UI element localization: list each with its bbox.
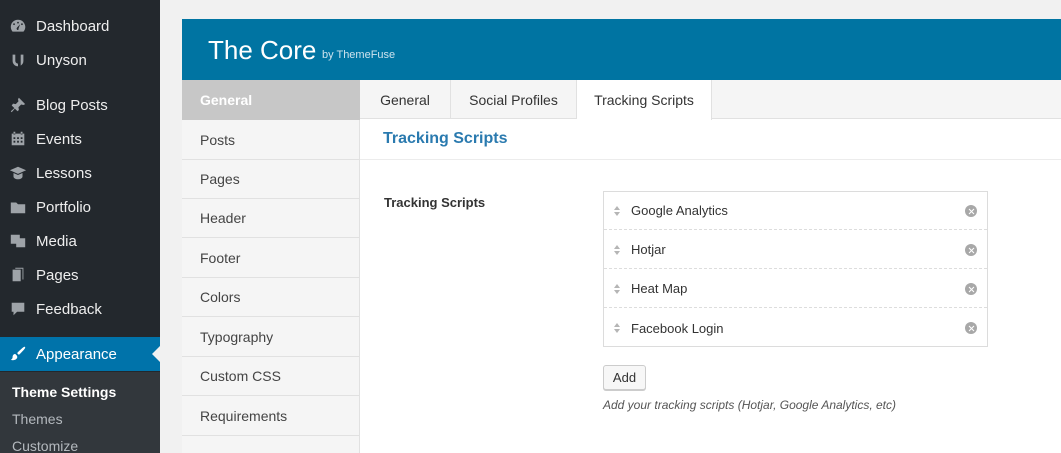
vtab-pages[interactable]: Pages	[182, 159, 360, 199]
panel-title: The Core	[208, 35, 317, 65]
admin-sidebar: Dashboard Unyson Blog Posts Events Lesso…	[0, 0, 160, 453]
menu-item-blog-posts[interactable]: Blog Posts	[0, 88, 160, 122]
remove-icon[interactable]	[965, 205, 977, 217]
menu-item-pages[interactable]: Pages	[0, 258, 160, 292]
drag-handle-icon[interactable]	[613, 205, 621, 217]
tracking-scripts-list: Google Analytics Hotjar Heat Map Faceboo…	[603, 191, 988, 347]
vtab-custom-css[interactable]: Custom CSS	[182, 356, 360, 396]
vtab-general[interactable]: General	[182, 80, 360, 120]
panel-header: The Core by ThemeFuse	[182, 19, 1061, 80]
add-script-button[interactable]: Add	[603, 365, 646, 390]
appearance-submenu: Theme Settings Themes Customize	[0, 372, 160, 453]
remove-icon[interactable]	[965, 244, 977, 256]
drag-handle-icon[interactable]	[613, 322, 621, 334]
menu-item-portfolio[interactable]: Portfolio	[0, 190, 160, 224]
paintbrush-icon	[0, 345, 36, 363]
unyson-icon	[0, 51, 36, 69]
menu-item-dashboard[interactable]: Dashboard	[0, 9, 160, 43]
folder-icon	[0, 198, 36, 216]
section-divider	[360, 159, 1061, 160]
vtab-posts[interactable]: Posts	[182, 120, 360, 160]
drag-handle-icon[interactable]	[613, 283, 621, 295]
remove-icon[interactable]	[965, 283, 977, 295]
settings-vertical-tabs: General Posts Pages Header Footer Colors…	[182, 80, 360, 453]
comment-icon	[0, 300, 36, 318]
section-title: Tracking Scripts	[383, 130, 508, 147]
dashboard-icon	[0, 17, 36, 35]
media-icon	[0, 232, 36, 250]
tab-tracking-scripts[interactable]: Tracking Scripts	[577, 80, 712, 120]
list-item[interactable]: Heat Map	[604, 270, 987, 308]
calendar-icon	[0, 130, 36, 148]
vtab-requirements[interactable]: Requirements	[182, 396, 360, 436]
menu-item-unyson[interactable]: Unyson	[0, 43, 160, 77]
vtab-footer[interactable]: Footer	[182, 238, 360, 278]
panel-subtitle: by ThemeFuse	[322, 49, 396, 61]
vtab-colors[interactable]: Colors	[182, 277, 360, 317]
list-item[interactable]: Hotjar	[604, 231, 987, 269]
menu-item-feedback[interactable]: Feedback	[0, 292, 160, 326]
graduation-cap-icon	[0, 164, 36, 182]
drag-handle-icon[interactable]	[613, 244, 621, 256]
tab-social-profiles[interactable]: Social Profiles	[451, 80, 577, 119]
tab-general[interactable]: General	[360, 80, 451, 119]
pages-icon	[0, 266, 36, 284]
pin-icon	[0, 96, 36, 114]
remove-icon[interactable]	[965, 322, 977, 334]
submenu-theme-settings[interactable]: Theme Settings	[12, 384, 116, 400]
submenu-themes[interactable]: Themes	[12, 411, 63, 427]
menu-item-appearance[interactable]: Appearance	[0, 337, 160, 371]
list-item[interactable]: Facebook Login	[604, 309, 987, 347]
menu-item-events[interactable]: Events	[0, 122, 160, 156]
vtab-typography[interactable]: Typography	[182, 317, 360, 357]
list-item[interactable]: Google Analytics	[604, 192, 987, 230]
settings-horizontal-tabs: General Social Profiles Tracking Scripts	[360, 80, 1061, 120]
vtab-header[interactable]: Header	[182, 198, 360, 238]
theme-settings-panel: The Core by ThemeFuse General Posts Page…	[182, 19, 1061, 453]
help-text: Add your tracking scripts (Hotjar, Googl…	[603, 398, 897, 412]
menu-item-lessons[interactable]: Lessons	[0, 156, 160, 190]
menu-item-media[interactable]: Media	[0, 224, 160, 258]
tracking-scripts-label: Tracking Scripts	[384, 195, 486, 210]
submenu-customize[interactable]: Customize	[12, 438, 78, 453]
